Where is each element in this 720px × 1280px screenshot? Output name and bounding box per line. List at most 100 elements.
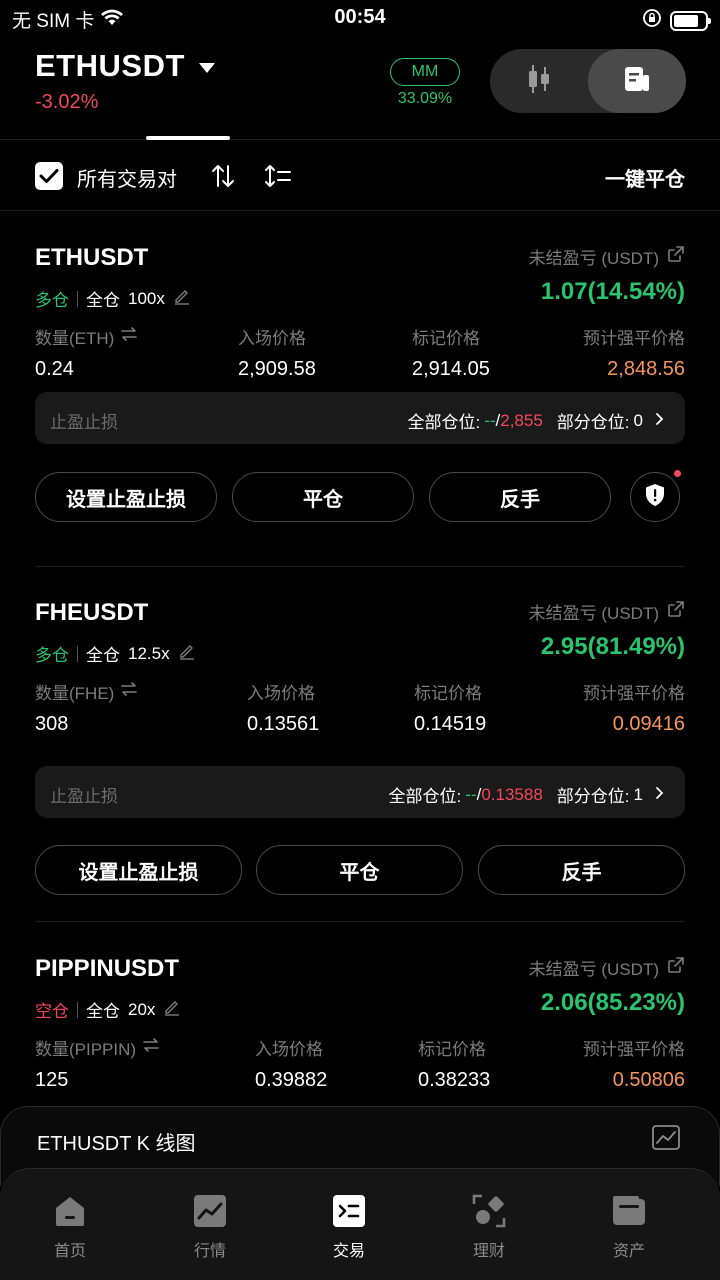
liq-price-label: 预计强平价格: [583, 329, 685, 348]
earn-icon: [471, 1193, 507, 1229]
active-tab-indicator: [146, 136, 230, 140]
edit-leverage-icon[interactable]: [163, 998, 181, 1021]
leverage: 20x: [128, 999, 156, 1019]
pnl-label: 未结盈亏 (USDT): [528, 960, 659, 979]
position-side: 空仓: [35, 1002, 69, 1021]
status-bar: 无 SIM 卡 00:54: [0, 0, 720, 40]
nav-item-home[interactable]: 首页: [25, 1193, 115, 1261]
quantity-label: 数量(FHE): [35, 684, 115, 703]
nav-label: 行情: [193, 1243, 226, 1260]
kline-drawer-title: ETHUSDT K 线图: [37, 1133, 196, 1155]
pair-title: ETHUSDT: [35, 48, 185, 83]
position-symbol[interactable]: FHEUSDT: [35, 599, 148, 627]
notification-dot: [674, 470, 681, 477]
nav-item-trade[interactable]: 交易: [304, 1193, 394, 1261]
tpsl-stop-loss: 2,855: [500, 410, 543, 430]
chevron-right-icon: [655, 411, 665, 431]
nav-label: 资产: [612, 1243, 645, 1260]
tpsl-summary[interactable]: 止盈止损 全部仓位: -- / 2,855 部分仓位: 0: [35, 392, 685, 444]
filter-list-icon[interactable]: [264, 163, 292, 194]
sort-icon[interactable]: [210, 163, 236, 194]
swap-unit-icon[interactable]: [120, 681, 138, 702]
swap-unit-icon[interactable]: [120, 326, 138, 347]
nav-item-assets[interactable]: 资产: [584, 1193, 674, 1261]
divider: [77, 290, 78, 307]
kline-view-button[interactable]: [490, 49, 588, 113]
orders-view-button[interactable]: [588, 49, 686, 113]
tpsl-partial-label: 部分仓位:: [556, 787, 630, 806]
nav-item-earn[interactable]: 理财: [444, 1193, 534, 1261]
tpsl-partial-count: 1: [633, 784, 643, 804]
chevron-right-icon: [655, 785, 665, 805]
nav-label: 理财: [472, 1243, 505, 1260]
share-icon[interactable]: [667, 600, 685, 623]
set-tpsl-button[interactable]: 设置止盈止损: [35, 845, 242, 895]
leverage: 100x: [128, 288, 165, 308]
wifi-icon: [100, 8, 124, 32]
chart-expand-icon[interactable]: [651, 1123, 681, 1158]
swap-unit-icon[interactable]: [142, 1037, 160, 1058]
candlestick-icon: [525, 63, 553, 100]
reverse-position-button[interactable]: 反手: [478, 845, 685, 895]
liq-price-value: 2,848.56: [607, 358, 685, 380]
close-position-button[interactable]: 平仓: [232, 472, 414, 522]
all-pairs-label[interactable]: 所有交易对: [77, 163, 177, 192]
set-tpsl-button[interactable]: 设置止盈止损: [35, 472, 217, 522]
nav-item-market[interactable]: 行情: [165, 1193, 255, 1261]
edit-leverage-icon[interactable]: [173, 287, 191, 310]
caret-down-icon: [198, 63, 215, 73]
quantity-value: 308: [35, 713, 69, 735]
share-icon[interactable]: [667, 956, 685, 979]
position-symbol[interactable]: ETHUSDT: [35, 244, 148, 272]
mark-price-label: 标记价格: [418, 1040, 486, 1059]
wallet-icon: [611, 1193, 647, 1229]
card-divider: [35, 921, 685, 922]
maintenance-margin[interactable]: MM 33.09%: [390, 58, 460, 108]
leverage: 12.5x: [128, 643, 170, 663]
all-pairs-checkbox[interactable]: [35, 162, 63, 190]
view-toggle: [490, 49, 686, 113]
position-side: 多仓: [35, 291, 69, 310]
pnl-label: 未结盈亏 (USDT): [528, 249, 659, 268]
position-symbol[interactable]: PIPPINUSDT: [35, 955, 179, 983]
carrier-label: 无 SIM 卡: [12, 11, 95, 32]
mark-price-value: 2,914.05: [412, 358, 490, 380]
mm-value: 33.09%: [397, 90, 453, 107]
divider: [77, 1001, 78, 1018]
unrealized-pnl: 2.95(81.49%): [540, 633, 685, 660]
trade-header: ETHUSDT -3.02% MM 33.09%: [0, 40, 720, 140]
protection-button[interactable]: [630, 470, 681, 522]
tpsl-label: 止盈止损: [50, 413, 118, 432]
liq-price-value: 0.09416: [612, 713, 685, 735]
carrier-info: 无 SIM 卡: [12, 6, 124, 33]
unrealized-pnl: 1.07(14.54%): [540, 278, 685, 305]
unrealized-pnl: 2.06(85.23%): [540, 989, 685, 1016]
reverse-position-button[interactable]: 反手: [429, 472, 611, 522]
entry-price-label: 入场价格: [238, 329, 306, 348]
share-icon[interactable]: [667, 245, 685, 268]
order-form-icon: [623, 65, 651, 98]
card-divider: [35, 566, 685, 567]
market-chart-icon: [192, 1193, 228, 1229]
tpsl-full-label: 全部仓位:: [388, 787, 462, 806]
pair-selector[interactable]: ETHUSDT: [35, 48, 215, 84]
tpsl-partial-count: 0: [633, 410, 643, 430]
edit-leverage-icon[interactable]: [178, 642, 196, 665]
pair-change: -3.02%: [35, 91, 99, 113]
trade-icon: [331, 1193, 367, 1229]
entry-price-label: 入场价格: [255, 1040, 323, 1059]
close-all-button[interactable]: 一键平仓: [605, 163, 685, 192]
quantity-label: 数量(ETH): [35, 329, 115, 348]
margin-mode: 全仓: [86, 1002, 120, 1021]
mark-price-label: 标记价格: [412, 329, 480, 348]
battery-icon: [670, 10, 711, 31]
tpsl-summary[interactable]: 止盈止损 全部仓位: -- / 0.13588 部分仓位: 1: [35, 766, 685, 818]
quantity-label: 数量(PIPPIN): [35, 1040, 137, 1059]
divider: [77, 645, 78, 662]
tpsl-label: 止盈止损: [50, 787, 118, 806]
liq-price-value: 0.50806: [612, 1069, 685, 1091]
entry-price-value: 2,909.58: [238, 358, 316, 380]
home-icon: [52, 1193, 88, 1229]
liq-price-label: 预计强平价格: [583, 684, 685, 703]
close-position-button[interactable]: 平仓: [256, 845, 463, 895]
